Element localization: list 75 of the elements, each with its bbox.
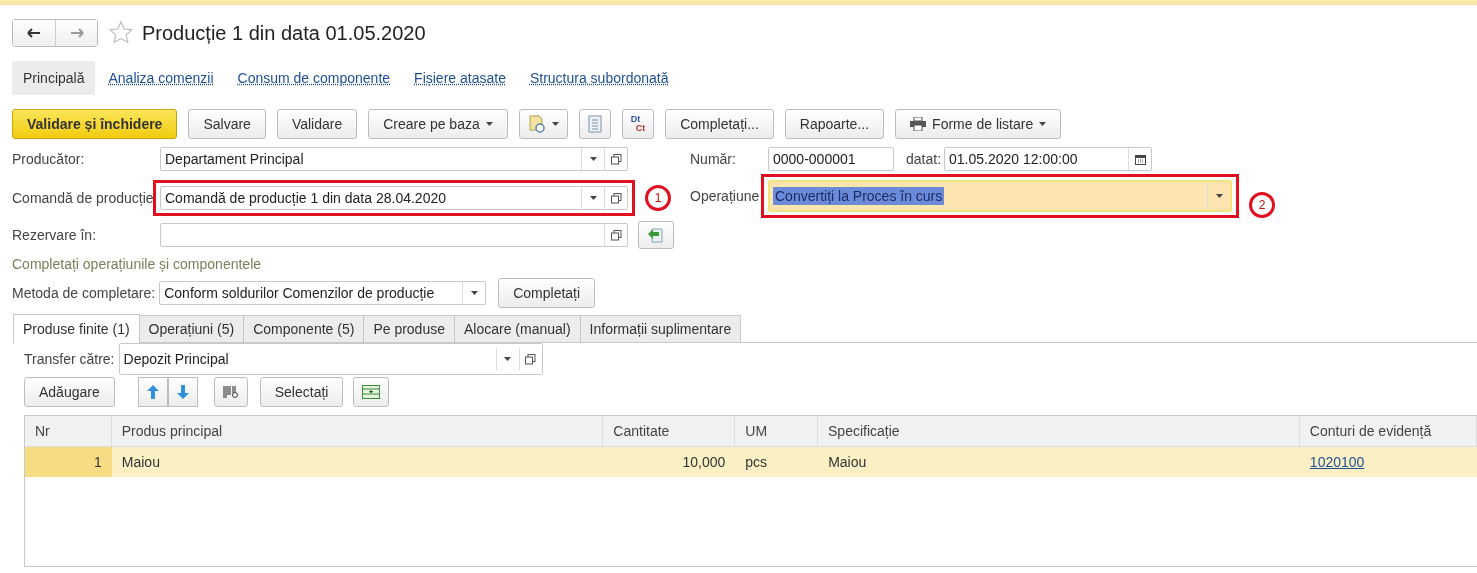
nav-link[interactable]: Fișiere atașate bbox=[403, 61, 517, 95]
document-menu-button[interactable] bbox=[518, 109, 568, 139]
section-title: Completați operațiunile și componentele bbox=[11, 256, 263, 274]
field-label: Rezervare în: bbox=[12, 227, 98, 243]
back-button[interactable] bbox=[13, 20, 55, 46]
toolbar-button[interactable]: Salvare bbox=[188, 109, 266, 139]
tab[interactable]: Informații suplimentare bbox=[580, 315, 742, 343]
nav-link[interactable]: Consum de componente bbox=[226, 61, 402, 95]
table-cell: pcs bbox=[745, 454, 768, 470]
field-label: Operațiune bbox=[690, 188, 761, 204]
column-header[interactable]: Conturi de evidență bbox=[1299, 416, 1477, 446]
move-up-button[interactable] bbox=[137, 377, 168, 407]
warehouse-field[interactable]: Depozit Principal bbox=[118, 343, 543, 375]
forward-arrow-icon bbox=[69, 28, 84, 38]
tab[interactable]: Alocare (manual) bbox=[455, 315, 581, 343]
table-cell: 1 bbox=[94, 454, 102, 470]
column-header[interactable]: Produs principal bbox=[111, 416, 604, 446]
field-label: Metoda de completare: bbox=[12, 285, 156, 301]
annotation-number: 2 bbox=[1249, 192, 1275, 218]
menu-button[interactable]: Creare pe baza bbox=[368, 109, 508, 139]
nav-link[interactable]: Analiza comenzii bbox=[97, 61, 225, 95]
column-header[interactable]: UM bbox=[735, 416, 818, 446]
nav-link[interactable]: Structura subordonată bbox=[518, 61, 680, 95]
arrow-document-icon bbox=[647, 227, 665, 243]
down-arrow-icon bbox=[176, 385, 189, 399]
toolbar-button[interactable]: Rapoarte... bbox=[784, 109, 885, 139]
field-label: Comandă de producție bbox=[12, 190, 155, 206]
caret-icon bbox=[1039, 122, 1047, 126]
tab[interactable]: Produse finite (1) bbox=[13, 314, 140, 344]
post-and-close-button[interactable]: Validare și închidere bbox=[12, 109, 178, 139]
printer-icon bbox=[910, 117, 927, 131]
fill-method-field[interactable]: Conform soldurilor Comenzilor de producție bbox=[159, 281, 487, 305]
document-icon bbox=[587, 115, 602, 133]
fill-table-button[interactable] bbox=[353, 377, 390, 407]
account-link[interactable]: 1020100 bbox=[1309, 454, 1365, 470]
input-field[interactable] bbox=[160, 223, 628, 247]
print-forms-button[interactable]: Forme de listare bbox=[895, 109, 1062, 139]
toolbar-button[interactable]: Completați... bbox=[665, 109, 774, 139]
column-header[interactable]: Cantitate bbox=[603, 416, 736, 446]
date-field[interactable]: 01.05.2020 12:00:00 bbox=[944, 147, 1153, 171]
table-cell: Maiou bbox=[828, 454, 867, 470]
field-label: Producător: bbox=[12, 151, 86, 167]
star-icon[interactable] bbox=[108, 20, 134, 46]
window-title: Producție 1 din data 01.05.2020 bbox=[142, 21, 426, 45]
accounting-entries-button[interactable]: Dt Ct bbox=[621, 109, 655, 139]
caret-icon bbox=[551, 122, 559, 126]
column-header[interactable]: Specificație bbox=[818, 416, 1300, 446]
barcode-icon bbox=[222, 385, 239, 399]
tab[interactable]: Operațiuni (5) bbox=[139, 315, 245, 343]
operation-field[interactable]: Convertiți la Proces în curs bbox=[768, 180, 1232, 212]
move-down-button[interactable] bbox=[167, 377, 198, 407]
table-cell: 10,000 bbox=[682, 454, 726, 470]
table-cell: Maiou bbox=[121, 454, 160, 470]
tab[interactable]: Pe produse bbox=[364, 315, 455, 343]
reserve-button[interactable] bbox=[638, 221, 674, 249]
table-button[interactable]: Selectați bbox=[259, 377, 344, 407]
back-arrow-icon bbox=[27, 28, 41, 38]
annotation-number: 1 bbox=[645, 185, 671, 211]
fill-button[interactable]: Completați bbox=[498, 278, 596, 308]
table-button[interactable]: Adăugare bbox=[24, 377, 115, 407]
document-clock-icon bbox=[527, 115, 546, 133]
table-icon bbox=[362, 385, 381, 399]
tab[interactable]: Componente (5) bbox=[244, 315, 365, 343]
field-label: datat: bbox=[906, 151, 942, 167]
toolbar-button[interactable]: Validare bbox=[276, 109, 358, 139]
column-header[interactable]: Nr bbox=[25, 416, 112, 446]
input-field[interactable]: 0000-000001 bbox=[768, 147, 894, 171]
input-field[interactable]: Comandă de producție 1 din data 28.04.2020 bbox=[160, 186, 628, 210]
barcode-search-button[interactable] bbox=[213, 377, 248, 407]
nav-link[interactable]: Principală bbox=[12, 61, 96, 95]
input-field[interactable]: Departament Principal bbox=[160, 147, 628, 171]
field-label: Număr: bbox=[690, 151, 737, 167]
up-arrow-icon bbox=[146, 385, 159, 399]
caret-icon bbox=[485, 122, 493, 126]
field-label: Transfer către: bbox=[24, 351, 115, 367]
